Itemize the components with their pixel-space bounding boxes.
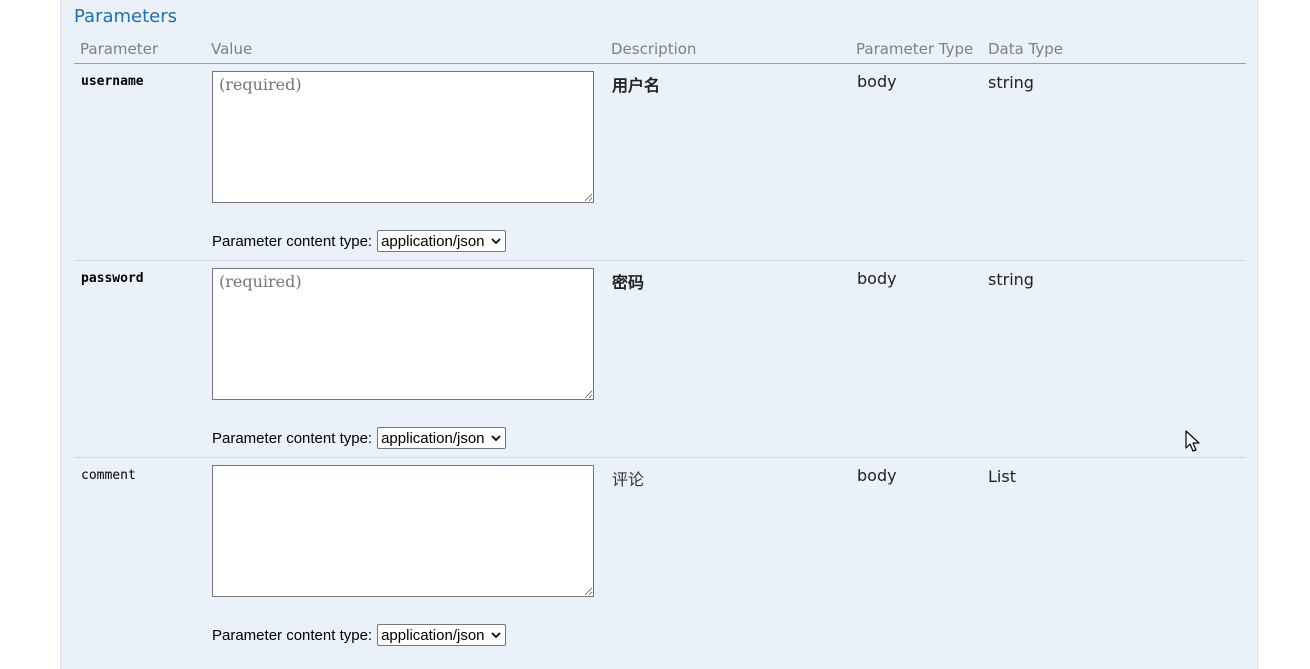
param-type: body — [857, 72, 897, 91]
row-divider — [74, 457, 1246, 458]
comment-value-input[interactable] — [212, 465, 594, 597]
column-header-data-type: Data Type — [988, 40, 1064, 58]
username-value-input[interactable] — [212, 71, 594, 203]
data-type: string — [988, 73, 1034, 92]
header-divider — [74, 63, 1246, 64]
content-type-select[interactable]: application/json — [377, 427, 506, 449]
param-description: 用户名 — [612, 76, 661, 95]
param-description: 密码 — [612, 273, 645, 292]
section-title: Parameters — [74, 6, 178, 27]
row-divider — [74, 260, 1246, 261]
data-type: string — [988, 270, 1034, 289]
content-type-selected-value: application/json — [381, 232, 485, 250]
param-name: comment — [81, 468, 136, 483]
content-type-selected-value: application/json — [381, 429, 485, 447]
content-type-row: Parameter content type: application/json — [212, 427, 506, 449]
column-header-value: Value — [211, 40, 253, 58]
content-type-label: Parameter content type: — [212, 232, 373, 250]
parameters-panel: Parameters Parameter Value Description P… — [60, 0, 1258, 669]
data-type: List — [988, 467, 1016, 486]
mouse-cursor-icon — [1185, 430, 1200, 452]
param-description: 评论 — [612, 470, 645, 489]
chevron-down-icon — [490, 632, 501, 639]
param-name: username — [81, 74, 144, 89]
content-type-label: Parameter content type: — [212, 429, 373, 447]
column-header-description: Description — [611, 40, 697, 58]
param-type: body — [857, 466, 897, 485]
content-type-selected-value: application/json — [381, 626, 485, 644]
column-header-parameter-type: Parameter Type — [856, 40, 974, 58]
chevron-down-icon — [490, 238, 501, 245]
param-name: password — [81, 271, 144, 286]
content-type-row: Parameter content type: application/json — [212, 230, 506, 252]
content-type-select[interactable]: application/json — [377, 230, 506, 252]
content-type-label: Parameter content type: — [212, 626, 373, 644]
column-header-parameter: Parameter — [80, 40, 159, 58]
password-value-input[interactable] — [212, 268, 594, 400]
param-type: body — [857, 269, 897, 288]
content-type-select[interactable]: application/json — [377, 624, 506, 646]
chevron-down-icon — [490, 435, 501, 442]
content-type-row: Parameter content type: application/json — [212, 624, 506, 646]
